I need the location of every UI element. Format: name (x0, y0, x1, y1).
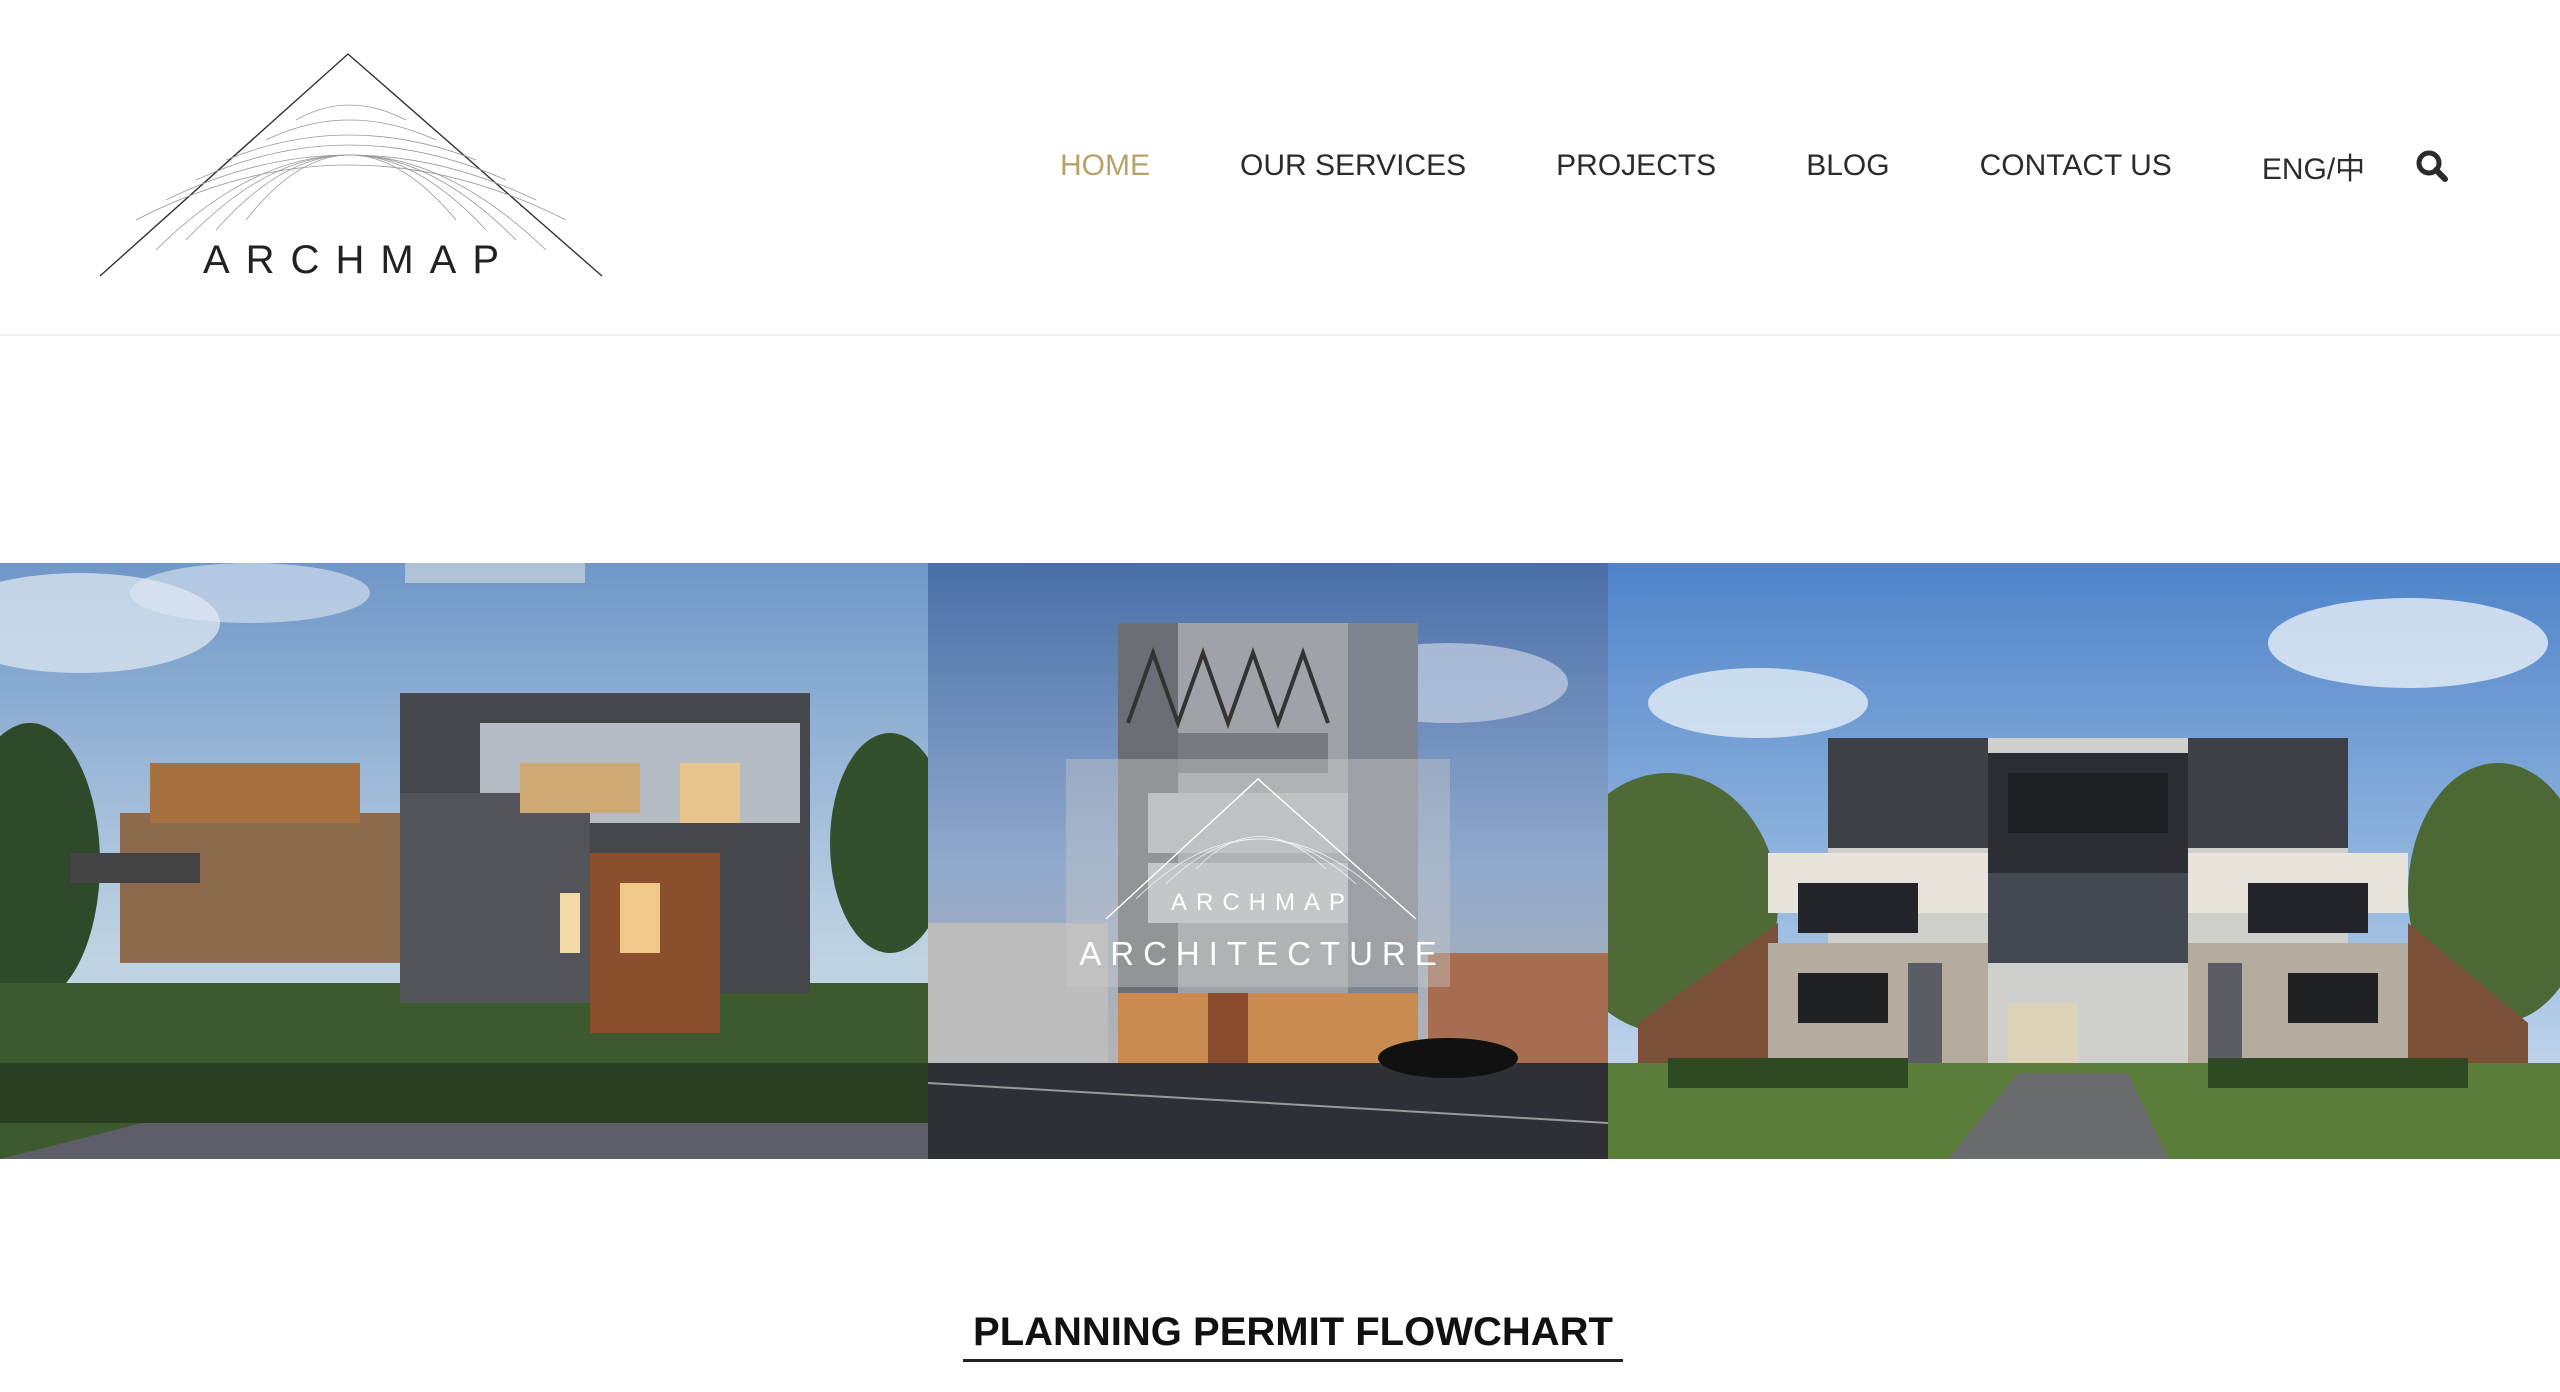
nav-projects[interactable]: PROJECTS (1556, 149, 1716, 183)
flowchart-section-heading: PLANNING PERMIT FLOWCHART (0, 1310, 2560, 1362)
main-nav: HOME OUR SERVICES PROJECTS BLOG CONTACT … (1060, 140, 2455, 192)
overlay-logo-box: ARCHMAP ARCHITECTURE (1066, 759, 1450, 987)
nav-language-toggle[interactable]: ENG/中 (2262, 144, 2365, 188)
hero-banner: ARCHMAP ARCHITECTURE (0, 563, 2560, 1159)
nav-blog[interactable]: BLOG (1806, 149, 1889, 183)
page-title: PLANNING PERMIT FLOWCHART (963, 1310, 1623, 1362)
project-image-duplex (1608, 563, 2560, 1159)
project-image-apartments: ARCHMAP ARCHITECTURE (928, 563, 1608, 1159)
overlay-brand-text: ARCHMAP (1170, 889, 1354, 916)
nav-home[interactable]: HOME (1060, 149, 1150, 183)
site-header: ARCHMAP HOME OUR SERVICES PROJECTS BLOG … (0, 0, 2560, 336)
overlay-subtitle-text: ARCHITECTURE (1079, 935, 1446, 972)
nav-our-services[interactable]: OUR SERVICES (1240, 149, 1466, 183)
archmap-logo[interactable]: ARCHMAP (96, 50, 606, 286)
nav-contact-us[interactable]: CONTACT US (1980, 149, 2172, 183)
logo-wordmark: ARCHMAP (202, 238, 516, 282)
project-image-townhouses (0, 563, 928, 1159)
search-button[interactable] (2414, 148, 2450, 184)
search-icon (2416, 150, 2448, 182)
